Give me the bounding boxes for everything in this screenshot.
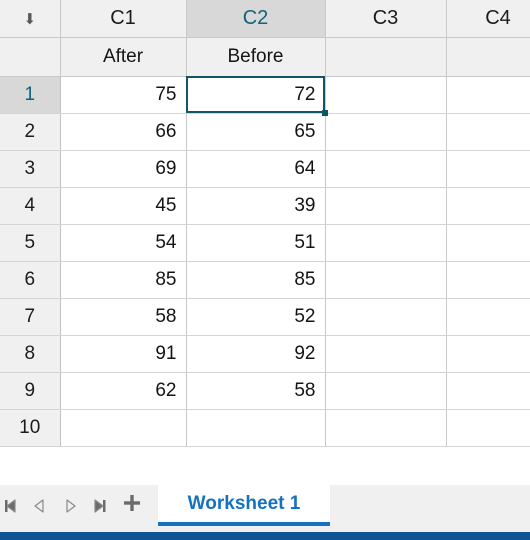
row-header-2[interactable]: 2 (0, 113, 61, 151)
cell-c3-7[interactable] (325, 298, 447, 336)
column-name-row: After Before (0, 37, 530, 77)
cell-c2-8[interactable]: 92 (186, 335, 326, 373)
table-row: 5 54 51 (0, 224, 530, 262)
row-header-5[interactable]: 5 (0, 224, 61, 262)
column-header-c1[interactable]: C1 (60, 0, 187, 38)
cell-c4-3[interactable] (446, 150, 530, 188)
next-icon (60, 497, 80, 515)
sheet-tab-bar: Worksheet 1 (0, 485, 530, 532)
sort-arrow-down-icon: ⬇ (23, 10, 37, 28)
row-header-1[interactable]: 1 (0, 76, 61, 114)
cell-c4-10[interactable] (446, 409, 530, 447)
cell-c3-3[interactable] (325, 150, 447, 188)
cell-c2-6[interactable]: 85 (186, 261, 326, 299)
table-row: 7 58 52 (0, 298, 530, 336)
cell-c2-9[interactable]: 58 (186, 372, 326, 410)
cell-c1-6[interactable]: 85 (60, 261, 187, 299)
column-name-c1[interactable]: After (60, 37, 187, 77)
cell-c1-1[interactable]: 75 (60, 76, 187, 114)
plus-icon (121, 492, 143, 519)
cell-c2-2[interactable]: 65 (186, 113, 326, 151)
cell-c3-5[interactable] (325, 224, 447, 262)
row-header-10[interactable]: 10 (0, 409, 61, 447)
next-sheet-button[interactable] (56, 485, 84, 526)
worksheet-grid-viewport[interactable]: ⬇ C1 C2 C3 C4 After Before 1 75 72 2 66 65 3 69 64 4 45 39… (0, 0, 530, 492)
cell-c1-7[interactable]: 58 (60, 298, 187, 336)
cell-c2-10[interactable] (186, 409, 326, 447)
previous-icon (32, 497, 52, 515)
last-sheet-button[interactable] (84, 485, 112, 526)
row-header-7[interactable]: 7 (0, 298, 61, 336)
first-icon (4, 497, 24, 515)
cell-c1-2[interactable]: 66 (60, 113, 187, 151)
table-row: 9 62 58 (0, 372, 530, 410)
row-header-6[interactable]: 6 (0, 261, 61, 299)
cell-c3-4[interactable] (325, 187, 447, 225)
column-name-c2[interactable]: Before (186, 37, 326, 77)
column-header-c3[interactable]: C3 (325, 0, 447, 38)
cell-c2-5[interactable]: 51 (186, 224, 326, 262)
cell-c1-9[interactable]: 62 (60, 372, 187, 410)
cell-c3-2[interactable] (325, 113, 447, 151)
row-header-8[interactable]: 8 (0, 335, 61, 373)
status-bar (0, 532, 530, 540)
select-all-corner[interactable]: ⬇ (0, 0, 61, 38)
column-name-row-header (0, 37, 61, 77)
cell-c1-5[interactable]: 54 (60, 224, 187, 262)
cell-c3-9[interactable] (325, 372, 447, 410)
cell-c4-7[interactable] (446, 298, 530, 336)
table-row: 1 75 72 (0, 76, 530, 114)
table-row: 4 45 39 (0, 187, 530, 225)
previous-sheet-button[interactable] (28, 485, 56, 526)
cell-c3-6[interactable] (325, 261, 447, 299)
column-header-c2[interactable]: C2 (186, 0, 326, 38)
column-header-c4[interactable]: C4 (446, 0, 530, 38)
table-row: 10 (0, 409, 530, 447)
cell-c4-2[interactable] (446, 113, 530, 151)
column-name-c4[interactable] (446, 37, 530, 77)
cell-c1-10[interactable] (60, 409, 187, 447)
add-worksheet-button[interactable] (112, 485, 152, 526)
cell-c1-8[interactable]: 91 (60, 335, 187, 373)
cell-c2-3[interactable]: 64 (186, 150, 326, 188)
cell-c1-4[interactable]: 45 (60, 187, 187, 225)
row-header-3[interactable]: 3 (0, 150, 61, 188)
table-row: 8 91 92 (0, 335, 530, 373)
column-name-c3[interactable] (325, 37, 447, 77)
row-header-9[interactable]: 9 (0, 372, 61, 410)
spreadsheet-window: ⬇ C1 C2 C3 C4 After Before 1 75 72 2 66 65 3 69 64 4 45 39… (0, 0, 530, 540)
cell-c4-9[interactable] (446, 372, 530, 410)
cell-c4-8[interactable] (446, 335, 530, 373)
table-row: 3 69 64 (0, 150, 530, 188)
column-header-row: ⬇ C1 C2 C3 C4 (0, 0, 530, 38)
worksheet-tab[interactable]: Worksheet 1 (158, 485, 330, 526)
cell-c4-6[interactable] (446, 261, 530, 299)
worksheet-grid[interactable]: ⬇ C1 C2 C3 C4 After Before 1 75 72 2 66 65 3 69 64 4 45 39… (0, 0, 530, 447)
cell-c3-10[interactable] (325, 409, 447, 447)
cell-c2-4[interactable]: 39 (186, 187, 326, 225)
cell-c2-1[interactable]: 72 (186, 76, 326, 114)
row-header-4[interactable]: 4 (0, 187, 61, 225)
table-row: 2 66 65 (0, 113, 530, 151)
cell-c4-4[interactable] (446, 187, 530, 225)
table-row: 6 85 85 (0, 261, 530, 299)
cell-c4-5[interactable] (446, 224, 530, 262)
cell-c2-7[interactable]: 52 (186, 298, 326, 336)
cell-c3-8[interactable] (325, 335, 447, 373)
cell-c3-1[interactable] (325, 76, 447, 114)
last-icon (88, 497, 108, 515)
cell-c1-3[interactable]: 69 (60, 150, 187, 188)
cell-c4-1[interactable] (446, 76, 530, 114)
first-sheet-button[interactable] (0, 485, 28, 526)
